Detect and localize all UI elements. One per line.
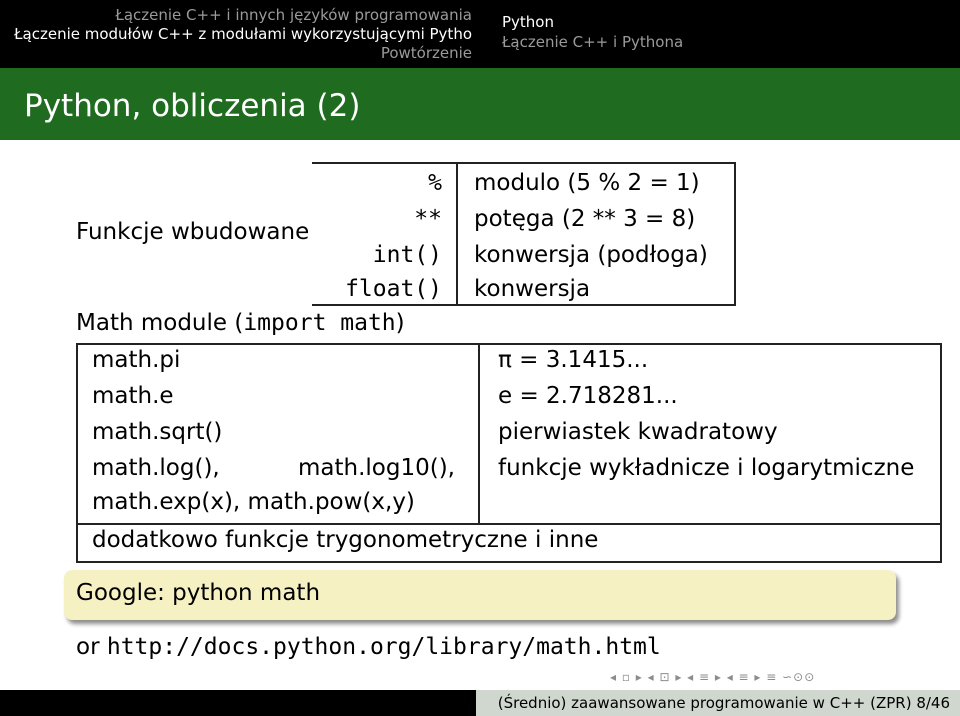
beamer-nav-icons[interactable]: ◂ ▫ ▸ ◂ ⊡ ▸ ◂ ≡ ▸ ◂ ≡ ▸ ≡ ∽⊙⊙ xyxy=(610,670,815,684)
math-module-line: Math module (import math) xyxy=(76,310,405,336)
function-cell: math.pi xyxy=(92,347,181,373)
slide-header: Łączenie C++ i innych języków programowa… xyxy=(0,0,960,68)
function-cell: math.e xyxy=(92,383,174,409)
description-cell: potęga (2 ** 3 = 8) xyxy=(474,206,696,232)
table-divider xyxy=(478,345,480,523)
docs-link-line: or http://docs.python.org/library/math.h… xyxy=(76,634,661,660)
title-bar: Python, obliczenia (2) xyxy=(0,68,960,140)
description-cell: e = 2.718281... xyxy=(498,383,678,409)
table-row: int() konwersja (podłoga) xyxy=(312,238,736,274)
operator-cell: % xyxy=(428,170,442,196)
table-row: float() konwersja xyxy=(312,272,736,308)
google-hint-box: Google: python math xyxy=(64,570,896,620)
description-cell: konwersja (podłoga) xyxy=(474,242,708,268)
description-cell: modulo (5 % 2 = 1) xyxy=(474,170,700,196)
function-cell: math.log10(), xyxy=(298,455,455,481)
builtin-label: Funkcje wbudowane xyxy=(76,219,310,245)
footer-text: (Średnio) zaawansowane programowanie w C… xyxy=(476,690,960,716)
table-row: % modulo (5 % 2 = 1) xyxy=(312,166,736,202)
table-hline xyxy=(78,523,940,525)
math-module-prefix: Math module ( xyxy=(76,310,244,336)
google-hint-text: Google: python math xyxy=(76,580,321,606)
function-cell: math.exp(x), math.pow(x,y) xyxy=(92,489,415,515)
math-table: math.pi π = 3.1415... math.e e = 2.71828… xyxy=(76,343,942,563)
builtin-table: % modulo (5 % 2 = 1) ** potęga (2 ** 3 =… xyxy=(312,162,736,306)
footer-left-block xyxy=(0,690,476,716)
slide-footer: (Średnio) zaawansowane programowanie w C… xyxy=(0,690,960,716)
function-cell: math.sqrt() xyxy=(92,419,223,445)
description-cell: konwersja xyxy=(474,276,591,302)
table-footer-cell: dodatkowo funkcje trygonometryczne i inn… xyxy=(92,527,599,553)
docs-link-url[interactable]: http://docs.python.org/library/math.html xyxy=(107,634,661,660)
header-subsection-1[interactable]: Python xyxy=(502,12,960,32)
slide-title: Python, obliczenia (2) xyxy=(24,88,361,124)
header-section-3[interactable]: Powtórzenie xyxy=(0,44,472,63)
description-cell: π = 3.1415... xyxy=(498,347,649,373)
operator-cell: float() xyxy=(345,276,442,302)
description-cell: funkcje wykładnicze i logarytmiczne xyxy=(498,455,915,481)
operator-cell: int() xyxy=(372,242,442,268)
docs-link-prefix: or xyxy=(76,634,107,660)
math-module-suffix: ) xyxy=(395,310,405,336)
math-module-code: import math xyxy=(243,310,396,336)
header-section-nav: Łączenie C++ i innych języków programowa… xyxy=(0,0,480,68)
header-section-1[interactable]: Łączenie C++ i innych języków programowa… xyxy=(0,6,472,25)
header-subsection-nav: Python Łączenie C++ i Pythona xyxy=(480,0,960,68)
function-cell: math.log(), xyxy=(92,455,220,481)
description-cell: pierwiastek kwadratowy xyxy=(498,419,778,445)
operator-cell: ** xyxy=(414,206,442,232)
table-row: ** potęga (2 ** 3 = 8) xyxy=(312,202,736,238)
header-section-2[interactable]: Łączenie modułów C++ z modułami wykorzys… xyxy=(0,25,472,44)
header-subsection-2[interactable]: Łączenie C++ i Pythona xyxy=(502,32,960,52)
